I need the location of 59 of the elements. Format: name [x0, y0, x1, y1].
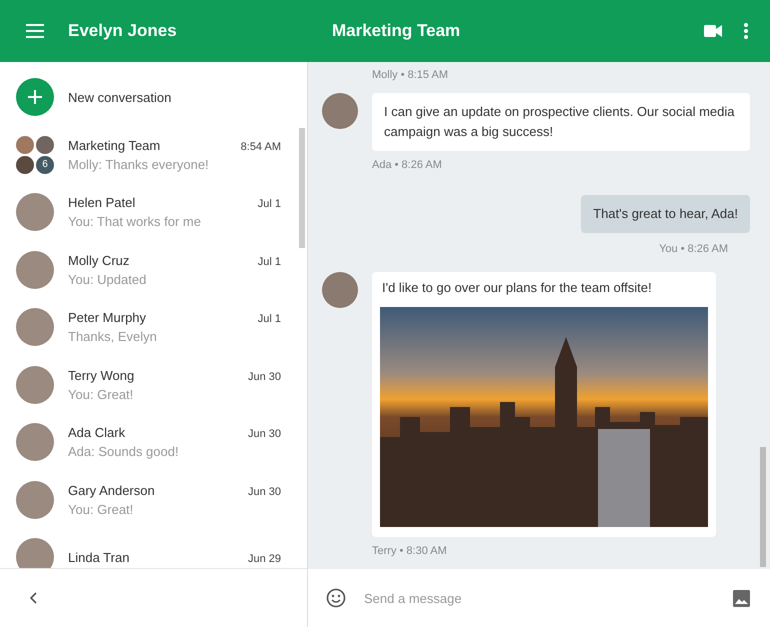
- conversation-time: Jul 1: [258, 198, 281, 210]
- conversation-item[interactable]: Terry Wong Jun 30 You: Great!: [0, 356, 299, 414]
- message-bubble: That's great to hear, Ada!: [581, 195, 750, 233]
- conversation-time: Jul 1: [258, 313, 281, 326]
- conversation-item[interactable]: Ada Clark Jun 30 Ada: Sounds good!: [0, 414, 299, 471]
- contact-name: Helen Patel: [68, 195, 136, 210]
- conversation-item[interactable]: Molly Cruz Jul 1 You: Updated: [0, 241, 299, 298]
- contact-name: Ada Clark: [68, 425, 126, 440]
- new-conversation-button[interactable]: New conversation: [0, 62, 307, 126]
- avatar: [16, 308, 54, 346]
- message-meta: Terry • 8:30 AM: [372, 545, 448, 557]
- image-icon[interactable]: [733, 590, 750, 606]
- message-preview: Thanks, Evelyn: [68, 329, 158, 344]
- scrollbar[interactable]: [299, 128, 305, 248]
- message-preview: Molly: Thanks everyone!: [68, 156, 210, 172]
- message-preview: You: Updated: [68, 272, 148, 287]
- contact-name: Linda Tran: [68, 550, 130, 565]
- contact-name: Peter Murphy: [68, 310, 146, 326]
- avatar: [16, 193, 54, 232]
- conversation-title: Marketing Team: [332, 21, 460, 41]
- conversation-item[interactable]: Gary Anderson Jun 30 You: Great!: [0, 471, 299, 528]
- message-preview: Ada: Sounds good!: [68, 444, 180, 460]
- chevron-left-icon[interactable]: [30, 592, 37, 604]
- contact-name: Molly Cruz: [68, 252, 130, 268]
- message-preview: You: Great!: [68, 386, 134, 402]
- message-meta: Ada • 8:26 AM: [372, 159, 443, 171]
- conversation-time: Jul 1: [258, 256, 281, 268]
- contact-name: Terry Wong: [68, 368, 134, 383]
- message-meta: Molly • 8:15 AM: [372, 69, 449, 81]
- conversation-time: Jun 30: [248, 370, 281, 383]
- conversation-time: Jun 30: [248, 428, 281, 440]
- user-name: Evelyn Jones: [68, 21, 177, 41]
- conversation-time: 8:54 AM: [240, 140, 281, 153]
- message-bubble: I can give an update on prospective clients. Our social media campaign was a big success!: [372, 93, 750, 151]
- conversation-item[interactable]: 6 Marketing Team 8:54 AM Molly: Thanks everyone!: [0, 126, 299, 184]
- conversation-item[interactable]: Peter Murphy Jul 1 Thanks, Evelyn: [0, 298, 299, 356]
- conversation-time: Jun 30: [248, 486, 281, 498]
- avatar: [322, 272, 358, 308]
- avatar: [16, 366, 54, 404]
- more-options-icon[interactable]: [744, 23, 748, 39]
- smiley-icon[interactable]: [326, 588, 346, 608]
- avatar: [16, 538, 54, 568]
- video-camera-icon[interactable]: [704, 25, 722, 37]
- contact-name: Marketing Team: [68, 138, 160, 153]
- avatar: [322, 93, 358, 129]
- message-text: I'd like to go over our plans for the team offsite!: [381, 280, 653, 295]
- avatar: [16, 423, 54, 462]
- contact-name: Gary Anderson: [68, 482, 155, 498]
- plus-icon: [16, 78, 54, 116]
- conversation-item[interactable]: Linda Tran Jun 29: [0, 528, 299, 568]
- conversation-time: Jun 29: [248, 552, 281, 565]
- menu-icon[interactable]: [26, 24, 44, 38]
- avatar: [16, 250, 54, 289]
- message-preview: You: Great!: [68, 502, 134, 517]
- scrollbar[interactable]: [760, 447, 766, 567]
- avatar: [16, 480, 54, 519]
- message-meta: You • 8:26 AM: [658, 242, 729, 256]
- message-preview: You: That works for me: [68, 214, 202, 230]
- conversation-item[interactable]: Helen Patel Jul 1 You: That works for me: [0, 184, 299, 241]
